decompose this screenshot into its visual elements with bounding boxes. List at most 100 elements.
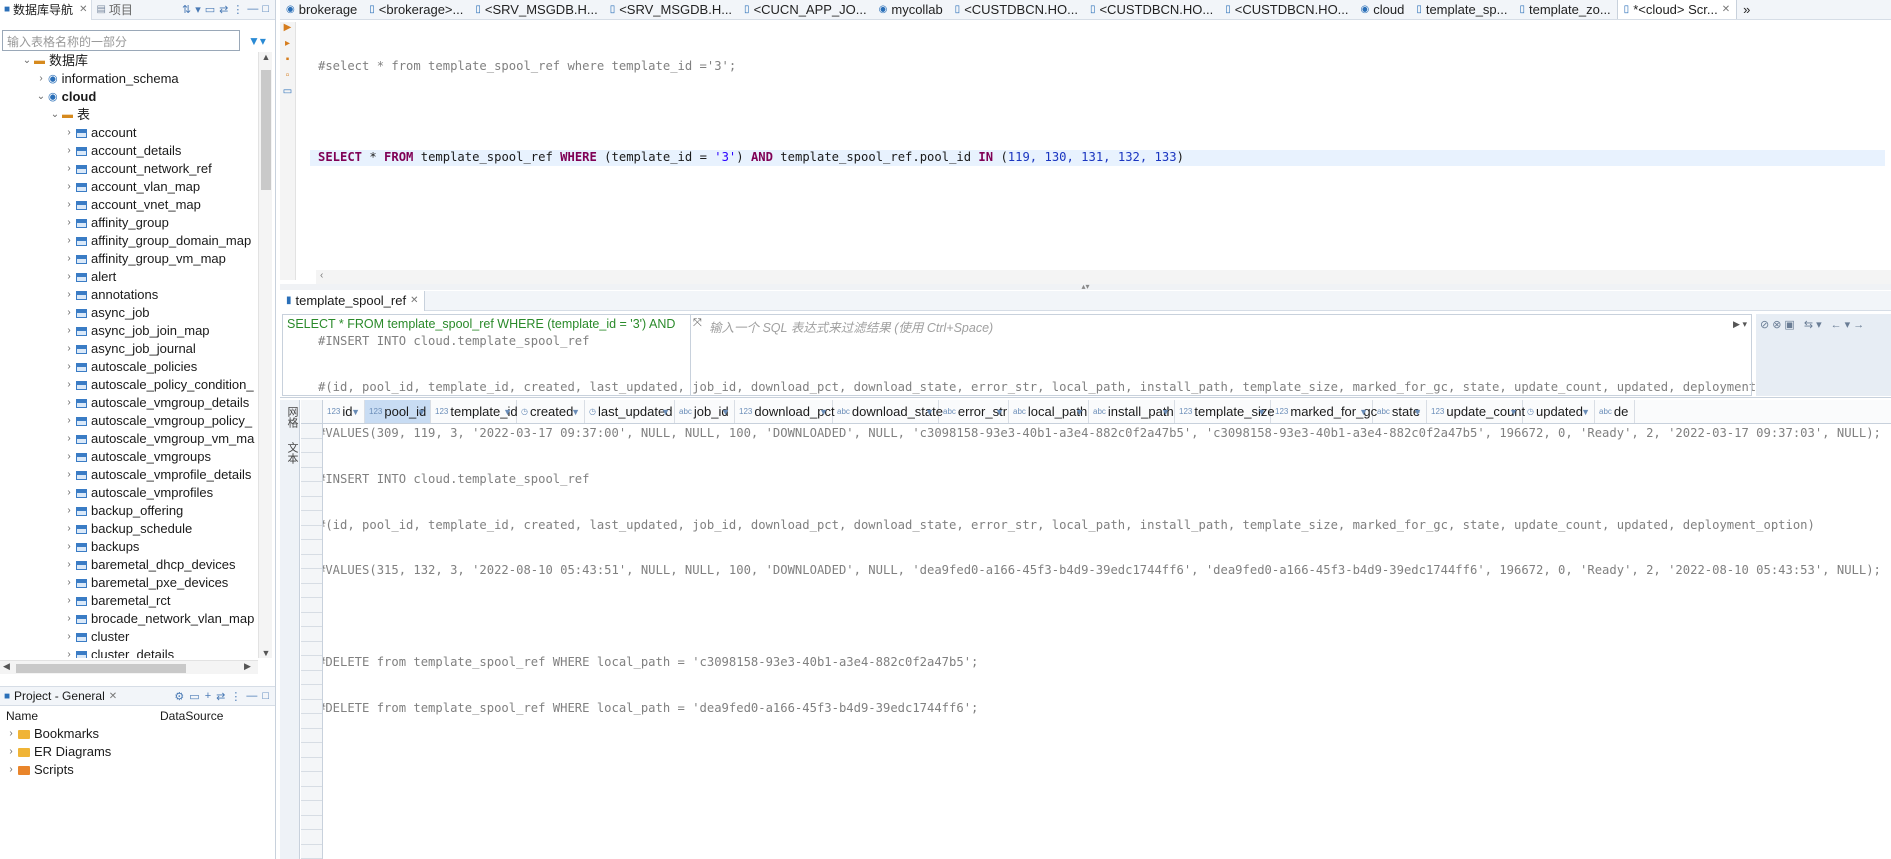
expand-chevron-icon[interactable]: ⌄ [20, 52, 34, 70]
row-header[interactable] [301, 453, 322, 468]
editor-horizontal-scrollbar[interactable]: ‹ [316, 270, 1891, 284]
sort-filter-icon[interactable]: ▼ [819, 407, 828, 417]
format-icon[interactable]: ▭ [280, 86, 295, 102]
chevron-right-icon[interactable]: › [62, 520, 76, 538]
row-header[interactable] [301, 801, 322, 816]
column-header-job-id[interactable]: abc job_id ▼ [675, 400, 735, 423]
grid-corner[interactable] [301, 400, 323, 423]
chevron-right-icon[interactable]: › [62, 646, 76, 658]
minimize-icon[interactable]: — [247, 3, 258, 16]
chevron-right-icon[interactable]: › [34, 70, 48, 88]
row-header[interactable] [301, 758, 322, 772]
row-header[interactable] [301, 772, 322, 787]
filter-options-icon[interactable]: ⤧ [693, 317, 702, 330]
scroll-left-icon[interactable]: ‹ [320, 270, 323, 281]
chevron-right-icon[interactable]: › [62, 394, 76, 412]
panel-splitter[interactable]: ▴▾ [280, 283, 1891, 291]
tab-projects[interactable]: ▤ 项目 [92, 0, 136, 20]
tree-node-table[interactable]: › autoscale_vmgroup_policy_ [0, 412, 258, 430]
chevron-right-icon[interactable]: › [62, 268, 76, 286]
tree-node-table[interactable]: › annotations [0, 286, 258, 304]
chevron-right-icon[interactable]: › [4, 743, 18, 761]
results-toolbar-icons[interactable]: ⊘⊗▣ ⇆▾ ←▾→ [1760, 318, 1867, 331]
tree-node-table[interactable]: › baremetal_dhcp_devices [0, 556, 258, 574]
tree-node-table[interactable]: › async_job_journal [0, 340, 258, 358]
chevron-right-icon[interactable]: › [62, 412, 76, 430]
chevron-right-icon[interactable]: › [62, 610, 76, 628]
tree-node-table[interactable]: › autoscale_policies [0, 358, 258, 376]
tree-node-information-schema[interactable]: › ◉ information_schema [0, 70, 258, 88]
column-header-download-state[interactable]: abc download_state ▼ [833, 400, 943, 423]
tree-node-table[interactable]: › autoscale_vmprofile_details [0, 466, 258, 484]
tree-node-table[interactable]: › account_vnet_map [0, 196, 258, 214]
editor-tab[interactable]: ▯ <SRV_MSGDB.H... [604, 0, 738, 19]
project-item-scripts[interactable]: › Scripts [0, 761, 111, 779]
editor-tab[interactable]: ▯ <CUCN_APP_JO... [738, 0, 873, 19]
row-header[interactable] [301, 656, 322, 671]
editor-tab[interactable]: ▯ <CUSTDBCN.HO... [1219, 0, 1354, 19]
sort-filter-icon[interactable]: ▼ [503, 407, 512, 417]
row-header[interactable] [301, 845, 322, 859]
tree-node-table[interactable]: › autoscale_vmprofiles [0, 484, 258, 502]
chevron-right-icon[interactable]: › [62, 502, 76, 520]
sort-filter-icon[interactable]: ▼ [1359, 407, 1368, 417]
chevron-right-icon[interactable]: › [62, 322, 76, 340]
tree-node-table[interactable]: › autoscale_policy_condition_ [0, 376, 258, 394]
chevron-right-icon[interactable]: › [62, 466, 76, 484]
sort-filter-icon[interactable]: ▼ [417, 407, 426, 417]
column-datasource[interactable]: DataSource [160, 707, 223, 725]
chevron-right-icon[interactable]: › [62, 286, 76, 304]
editor-tab[interactable]: ◉ cloud [1355, 0, 1411, 19]
row-header[interactable] [301, 642, 322, 656]
tree-horizontal-scrollbar[interactable]: ◀ ▶ [0, 660, 258, 674]
column-header-pool-id[interactable]: 123 pool_id ▼ [365, 400, 431, 423]
editor-tab[interactable]: ▯ <CUSTDBCN.HO... [949, 0, 1084, 19]
row-header[interactable] [301, 671, 322, 685]
minimize-icon[interactable]: — [246, 690, 257, 703]
menu-icon[interactable]: ⋮ [230, 690, 241, 703]
column-header-download-pct[interactable]: 123 download_pct ▼ [735, 400, 835, 423]
tree-node-table[interactable]: › autoscale_vmgroups [0, 448, 258, 466]
chevron-right-icon[interactable]: › [62, 574, 76, 592]
column-header-template-size[interactable]: 123 template_size ▼ [1175, 400, 1275, 423]
chevron-right-icon[interactable]: › [62, 484, 76, 502]
menu-icon[interactable]: ⋮ [232, 3, 243, 16]
row-header[interactable] [301, 743, 322, 758]
chevron-right-icon[interactable]: › [62, 538, 76, 556]
row-header[interactable] [301, 424, 322, 439]
column-header-updated[interactable]: ◷ updated ▼ [1523, 400, 1595, 423]
column-header-template-id[interactable]: 123 template_id ▼ [431, 400, 518, 423]
query-preview[interactable]: SELECT * FROM template_spool_ref WHERE (… [282, 314, 690, 396]
tree-node-table[interactable]: › baremetal_pxe_devices [0, 574, 258, 592]
chevron-right-icon[interactable]: › [62, 340, 76, 358]
chevron-right-icon[interactable]: › [62, 124, 76, 142]
filter-expression-input[interactable]: ⤧ 输入一个 SQL 表达式来过滤结果 (使用 Ctrl+Space) ▶ ▾ [690, 314, 1752, 396]
tree-node-table[interactable]: › cluster [0, 628, 258, 646]
expand-chevron-icon[interactable]: ⌄ [48, 106, 62, 124]
collapse-icon[interactable]: ▭ [189, 690, 199, 703]
sort-filter-icon[interactable]: ▼ [1413, 407, 1422, 417]
close-icon[interactable]: ✕ [109, 691, 117, 702]
row-header[interactable] [301, 787, 322, 801]
tab-results[interactable]: ▮ template_spool_ref ✕ [280, 290, 426, 311]
tree-node-table[interactable]: › alert [0, 268, 258, 286]
editor-tab[interactable]: ▯ template_sp... [1410, 0, 1513, 19]
row-header[interactable] [301, 816, 322, 830]
row-header[interactable] [301, 511, 322, 526]
row-header[interactable] [301, 569, 322, 584]
row-header[interactable] [301, 555, 322, 569]
row-header[interactable] [301, 714, 322, 729]
scroll-left-icon[interactable]: ◀ [3, 661, 10, 672]
tree-node-table[interactable]: › account_vlan_map [0, 178, 258, 196]
tree-node-table[interactable]: › backups [0, 538, 258, 556]
chevron-right-icon[interactable]: › [62, 214, 76, 232]
maximize-icon[interactable]: □ [262, 3, 269, 16]
column-header-marked-for-gc[interactable]: 123 marked_for_gc ▼ [1271, 400, 1377, 423]
scroll-right-icon[interactable]: ▶ [244, 661, 251, 672]
column-header-de[interactable]: abc de [1595, 400, 1635, 423]
row-header[interactable] [301, 700, 322, 714]
row-header[interactable] [301, 526, 322, 540]
row-header[interactable] [301, 830, 322, 845]
close-icon[interactable]: ✕ [79, 4, 87, 15]
chevron-right-icon[interactable]: › [4, 761, 18, 779]
